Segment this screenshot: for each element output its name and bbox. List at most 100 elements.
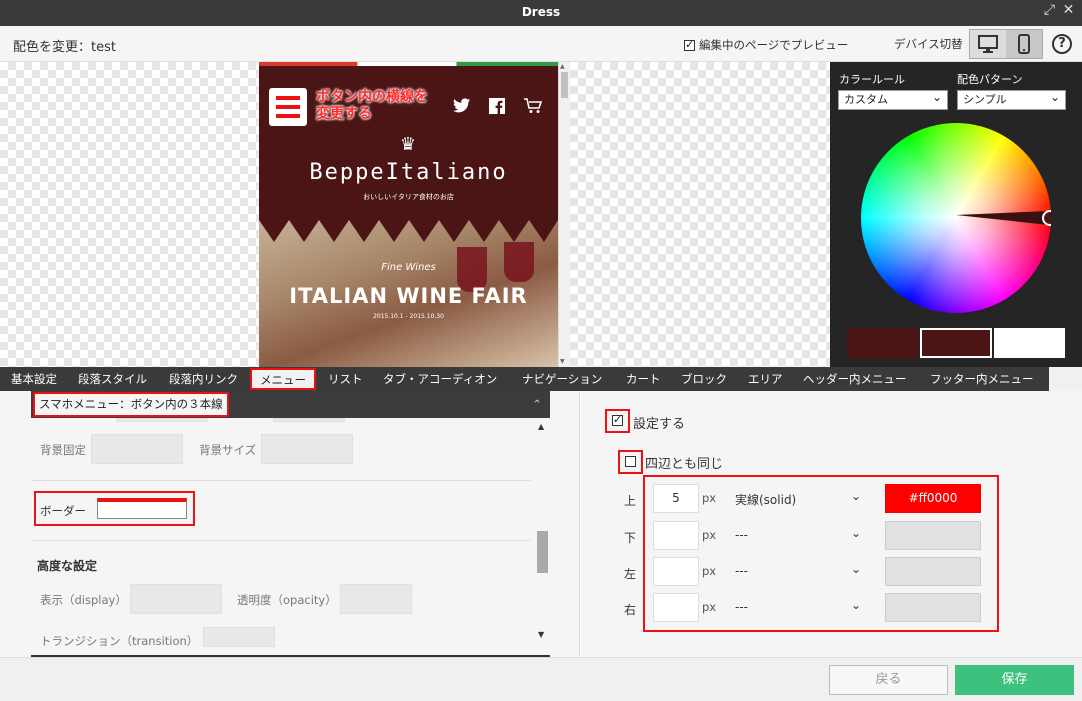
side-right-label: 右 xyxy=(624,603,637,617)
right-style-select[interactable]: --- xyxy=(735,600,748,614)
top-unit: px xyxy=(702,491,717,505)
callout-line-1: ボタン内の横線を xyxy=(316,89,428,105)
scroll-down-arrow[interactable]: ▼ xyxy=(560,358,565,365)
chevron-down-icon[interactable]: ⌄ xyxy=(851,562,861,576)
social-icons xyxy=(453,98,543,114)
preview-scrollbar[interactable]: ▲ ▼ xyxy=(558,62,570,367)
facebook-icon[interactable] xyxy=(489,98,505,114)
color-swatch-2[interactable] xyxy=(920,328,992,358)
tab-block[interactable]: ブロック xyxy=(673,367,735,391)
bottom-color-field[interactable] xyxy=(885,521,981,550)
tab-menu[interactable]: メニュー xyxy=(250,368,316,390)
left-unit: px xyxy=(702,564,717,578)
preview-checkbox[interactable] xyxy=(684,38,695,51)
brand-tagline: おいしいイタリア食材のお店 xyxy=(363,193,454,201)
color-rule-label: カラールール xyxy=(839,73,905,86)
chevron-up-icon[interactable]: ⌃ xyxy=(532,391,542,418)
enable-checkbox[interactable] xyxy=(612,413,623,426)
cart-icon[interactable] xyxy=(523,98,543,114)
expand-icon[interactable]: ⤢ xyxy=(1042,3,1057,18)
back-button[interactable]: 戻る xyxy=(829,665,948,695)
top-width-input[interactable]: 5 xyxy=(653,484,699,513)
color-rule-select[interactable]: カスタム xyxy=(838,88,948,110)
settings-scrollbar-thumb[interactable] xyxy=(537,531,548,573)
tab-basic[interactable]: 基本設定 xyxy=(3,367,65,391)
tab-footer-menu[interactable]: フッター内メニュー xyxy=(922,367,1042,391)
top-color-field[interactable]: #ff0000 xyxy=(885,484,981,513)
desktop-button[interactable] xyxy=(970,30,1006,58)
left-width-input[interactable] xyxy=(653,557,699,586)
tab-cart[interactable]: カート xyxy=(618,367,669,391)
bg-size-field[interactable] xyxy=(261,434,353,464)
hero-dates: 2015.10.1 - 2015.10.30 xyxy=(373,313,444,320)
left-settings-pane: スマホメニュー：ボタン内の３本線 ⌃ 背景固定 背景サイズ ボーダー 高度な設定… xyxy=(0,391,580,657)
color-panel: カラールール 配色パターン カスタム シンプル xyxy=(830,62,1082,367)
divider xyxy=(31,540,531,541)
bg-size-label: 背景サイズ xyxy=(199,443,257,457)
left-style-select[interactable]: --- xyxy=(735,564,748,578)
tab-header-menu[interactable]: ヘッダー内メニュー xyxy=(795,367,915,391)
transition-field[interactable] xyxy=(203,627,275,647)
color-swatch-3[interactable] xyxy=(994,328,1065,358)
section-title: スマホメニュー：ボタン内の３本線 xyxy=(33,392,229,417)
border-preview-field[interactable] xyxy=(97,498,187,519)
right-width-input[interactable] xyxy=(653,593,699,622)
tab-paragraph-style[interactable]: 段落スタイル xyxy=(70,367,155,391)
device-switch-label: デバイス切替 xyxy=(894,37,963,51)
help-icon[interactable]: ? xyxy=(1052,34,1072,54)
chevron-down-icon[interactable]: ⌄ xyxy=(851,598,861,612)
scroll-up-arrow[interactable]: ▲ xyxy=(560,63,565,70)
preview-toggle[interactable]: 編集中のページでプレビュー xyxy=(684,37,848,53)
scroll-up-arrow[interactable]: ▲ xyxy=(538,422,544,431)
scheme-name: 配色を変更：test xyxy=(13,40,116,55)
divider xyxy=(31,480,531,481)
preview-background-right xyxy=(570,62,830,367)
window-titlebar: Dress ⤢ ✕ xyxy=(0,0,1082,26)
bottom-width-input[interactable] xyxy=(653,521,699,550)
tab-area[interactable]: エリア xyxy=(740,367,791,391)
transition-label: トランジション（transition） xyxy=(40,634,199,648)
accordion-header[interactable]: スマホメニュー：ボタン内の３本線 ⌃ xyxy=(31,391,550,418)
opacity-label: 透明度（opacity） xyxy=(237,593,337,607)
color-pattern-select[interactable]: シンプル xyxy=(957,88,1066,110)
settings-scrollbar[interactable]: ▲ ▼ xyxy=(535,422,550,641)
color-wheel[interactable] xyxy=(861,123,1051,313)
side-top-label: 上 xyxy=(624,494,637,508)
preview-scrollbar-thumb[interactable] xyxy=(561,72,568,98)
top-style-select[interactable]: 実線(solid) xyxy=(735,491,796,508)
bunting-decoration xyxy=(259,214,558,242)
color-wheel-pointer[interactable] xyxy=(861,123,1051,313)
tab-navigation[interactable]: ナビゲーション xyxy=(514,367,610,391)
italian-stripe xyxy=(259,62,558,66)
device-switcher xyxy=(969,29,1043,59)
preview-background-left xyxy=(0,62,259,367)
bottom-style-select[interactable]: --- xyxy=(735,528,748,542)
hamburger-menu-icon[interactable] xyxy=(269,88,307,126)
twitter-icon[interactable] xyxy=(453,98,471,114)
save-button[interactable]: 保存 xyxy=(955,665,1074,695)
scroll-down-arrow[interactable]: ▼ xyxy=(538,630,544,639)
bottom-unit: px xyxy=(702,528,717,542)
tab-tab-accordion[interactable]: タブ・アコーディオン xyxy=(375,367,505,391)
hero-subtitle: Fine Wines xyxy=(381,262,436,273)
enable-label: 設定する xyxy=(633,417,686,432)
settings-tabs: 基本設定 段落スタイル 段落内リンク メニュー リスト タブ・アコーディオン ナ… xyxy=(0,367,1082,391)
chevron-down-icon[interactable]: ⌄ xyxy=(851,526,861,540)
chef-hat-icon: ♛ xyxy=(399,134,417,155)
opacity-field[interactable] xyxy=(340,584,412,614)
tab-list[interactable]: リスト xyxy=(320,367,371,391)
bg-fixed-field[interactable] xyxy=(91,434,183,464)
tab-paragraph-link[interactable]: 段落内リンク xyxy=(161,367,246,391)
top-toolbar: 配色を変更：test 編集中のページでプレビュー デバイス切替 ? xyxy=(0,26,1082,62)
color-pattern-label: 配色パターン xyxy=(957,73,1023,86)
left-color-field[interactable] xyxy=(885,557,981,586)
mobile-button[interactable] xyxy=(1006,30,1042,58)
same-all-sides-checkbox[interactable] xyxy=(625,456,636,467)
window-title: Dress xyxy=(521,5,561,19)
color-swatch-1[interactable] xyxy=(847,328,919,358)
display-field[interactable] xyxy=(130,584,222,614)
close-icon[interactable]: ✕ xyxy=(1061,3,1076,18)
right-color-field[interactable] xyxy=(885,593,981,622)
chevron-down-icon[interactable]: ⌄ xyxy=(851,489,861,503)
bg-fixed-label: 背景固定 xyxy=(40,443,86,457)
